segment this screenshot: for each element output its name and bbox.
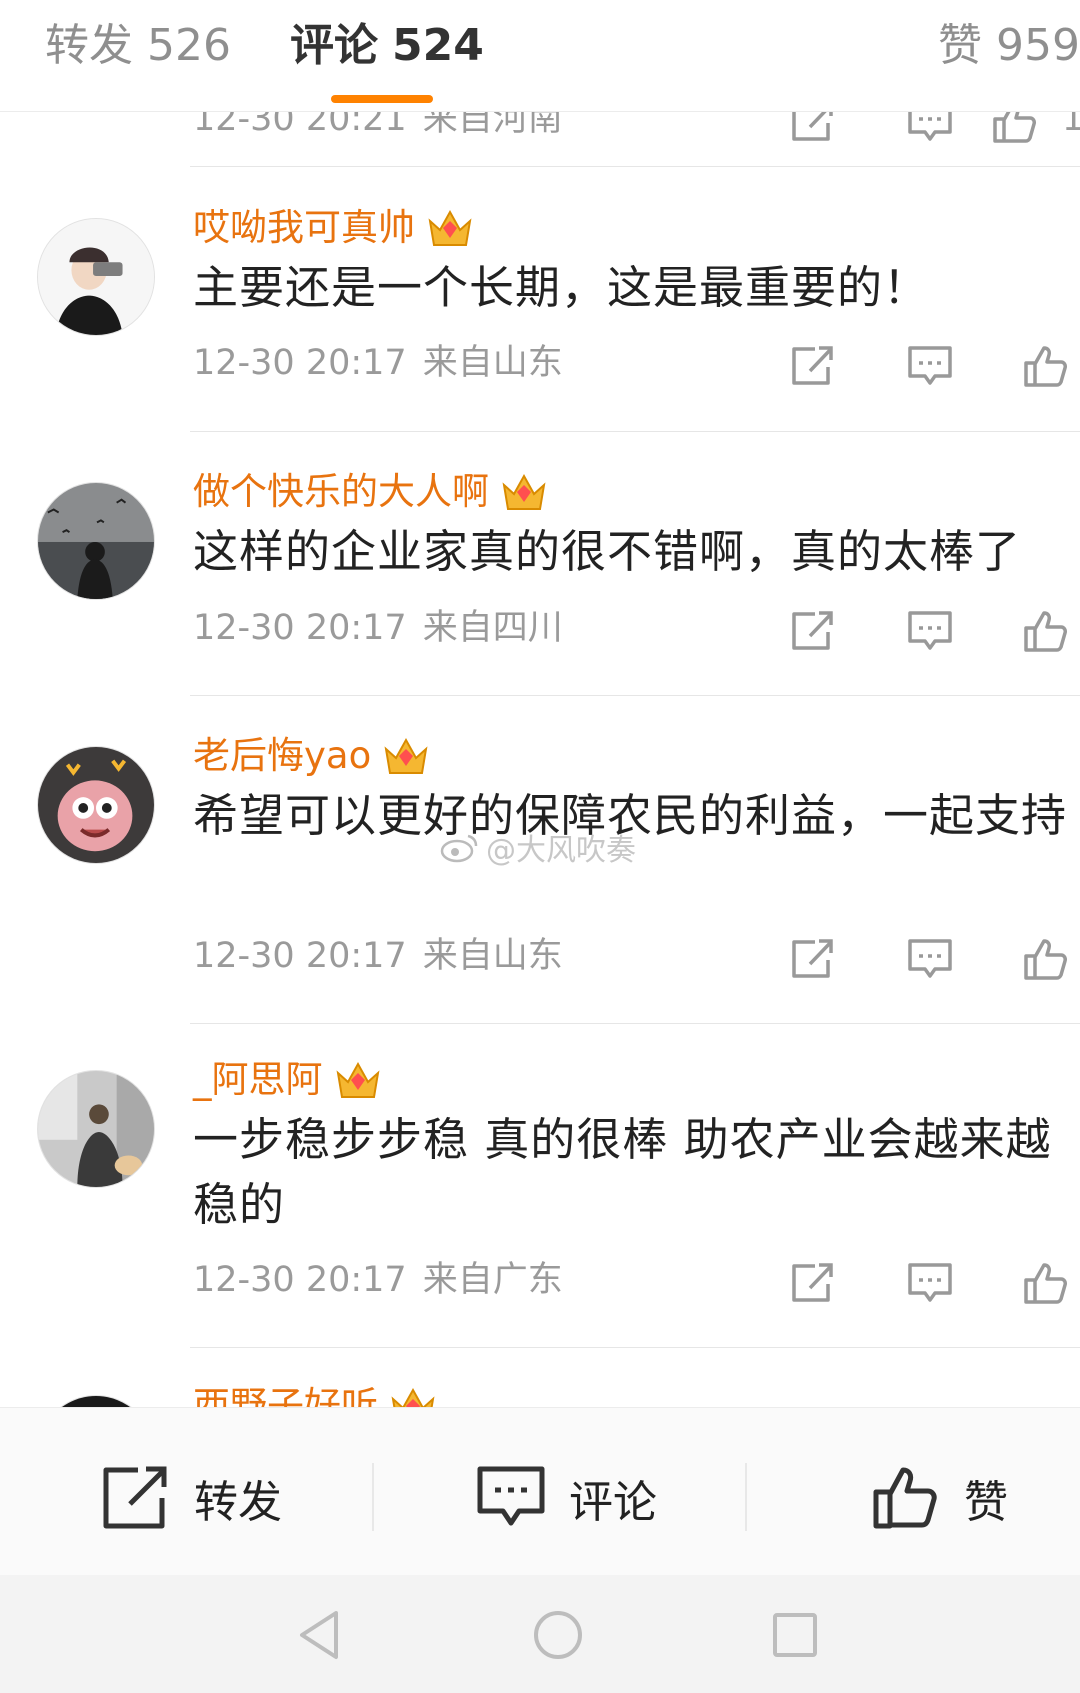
thumbs-up-icon[interactable] (1021, 1260, 1071, 1306)
username-text: 西野子好听 (193, 1384, 378, 1407)
comment-location: 来自山东 (422, 343, 563, 383)
divider (745, 1463, 747, 1531)
weibo-watermark: @大风吹奏 (440, 825, 636, 869)
avatar[interactable] (37, 218, 155, 336)
share-icon[interactable] (788, 343, 838, 389)
active-tab-indicator (331, 95, 433, 103)
row-divider (190, 166, 1080, 167)
username-text: 老后悔yao (193, 734, 372, 777)
crown-badge-icon (501, 471, 547, 513)
home-circle-icon[interactable] (528, 1605, 588, 1665)
comment-meta: 12-30 20:17 来自山东 (193, 932, 563, 980)
share-icon[interactable] (788, 112, 838, 145)
crown-badge-icon (335, 1059, 381, 1101)
like-button[interactable]: 赞 (870, 1458, 1008, 1538)
tab-like-label: 赞 (938, 20, 983, 71)
comment-icon[interactable] (905, 608, 955, 654)
tab-comment-label: 评论 (290, 20, 378, 71)
divider (372, 1463, 374, 1531)
comment-location: 来自四川 (422, 608, 563, 648)
comment-username[interactable]: 老后悔yao (193, 731, 429, 781)
comment-time: 12-30 20:17 (193, 608, 407, 648)
avatar[interactable] (37, 746, 155, 864)
weibo-comment-page: 转发 526 评论 524 赞 959 12-30 20:21 来自河南 1 哎… (0, 0, 1080, 1693)
thumbs-up-icon[interactable] (1021, 608, 1071, 654)
comment-username[interactable]: 哎呦我可真帅 (193, 203, 473, 253)
comment-icon[interactable] (905, 343, 955, 389)
watermark-text: @大风吹奏 (486, 833, 636, 868)
tab-like-count: 959 (996, 20, 1080, 71)
comment-list[interactable]: 12-30 20:21 来自河南 1 哎呦我可真帅 主要还是一个长期，这是最重要… (0, 112, 1080, 1407)
comment-icon[interactable] (905, 112, 955, 145)
comment-time: 12-30 20:17 (193, 936, 407, 976)
tab-comment[interactable]: 评论 524 (290, 16, 484, 76)
username-text: 哎呦我可真帅 (193, 206, 415, 249)
comment-time: 12-30 20:21 (193, 112, 407, 139)
crown-badge-icon (383, 735, 429, 777)
comment-meta: 12-30 20:21 来自河南 (193, 112, 563, 143)
avatar[interactable] (37, 482, 155, 600)
share-icon (103, 1466, 167, 1529)
share-icon[interactable] (788, 608, 838, 654)
like-label: 赞 (964, 1477, 1008, 1528)
row-divider (190, 431, 1080, 432)
tab-comment-count: 524 (392, 20, 484, 71)
thumbs-up-icon[interactable] (1021, 936, 1071, 982)
comment-icon[interactable] (905, 1260, 955, 1306)
share-icon[interactable] (788, 936, 838, 982)
comment-meta: 12-30 20:17 来自广东 (193, 1256, 563, 1304)
share-icon[interactable] (788, 1260, 838, 1306)
thumbs-up-icon[interactable] (990, 112, 1040, 145)
comment-location: 来自山东 (422, 936, 563, 976)
comment-meta: 12-30 20:17 来自山东 (193, 339, 563, 387)
tab-repost-count: 526 (147, 20, 231, 71)
back-triangle-icon[interactable] (290, 1605, 350, 1665)
repost-button[interactable]: 转发 (100, 1458, 282, 1538)
tab-repost[interactable]: 转发 526 (45, 16, 231, 76)
crown-badge-icon (390, 1385, 436, 1407)
comment-button[interactable]: 评论 (475, 1458, 657, 1538)
comment-text: 主要还是一个长期，这是最重要的！ (193, 261, 930, 314)
recent-square-icon[interactable] (765, 1605, 825, 1665)
like-count: 1 (1062, 112, 1080, 139)
comment-username[interactable]: 西野子好听 (193, 1381, 436, 1407)
comment-location: 来自广东 (422, 1260, 563, 1300)
tab-bar: 转发 526 评论 524 赞 959 (0, 0, 1080, 112)
row-divider (190, 695, 1080, 696)
comment-icon (477, 1466, 545, 1526)
avatar[interactable] (37, 1070, 155, 1188)
username-text: 做个快乐的大人啊 (193, 470, 489, 513)
row-divider (190, 1347, 1080, 1348)
comment-time: 12-30 20:17 (193, 343, 407, 383)
avatar[interactable] (37, 1395, 155, 1407)
comment-text: 这样的企业家真的很不错啊，真的太棒了 (193, 525, 1022, 578)
username-text: _阿思阿 (193, 1058, 323, 1101)
repost-label: 转发 (194, 1477, 282, 1528)
comment-label: 评论 (569, 1477, 657, 1528)
thumbs-up-icon (873, 1467, 937, 1529)
comment-username[interactable]: 做个快乐的大人啊 (193, 467, 547, 517)
bottom-action-bar: 转发 评论 赞 (0, 1407, 1080, 1575)
system-nav-bar (0, 1575, 1080, 1693)
crown-badge-icon (427, 207, 473, 249)
thumbs-up-icon[interactable] (1021, 343, 1071, 389)
weibo-logo-icon (440, 834, 478, 863)
comment-icon[interactable] (905, 936, 955, 982)
comment-meta: 12-30 20:17 来自四川 (193, 604, 563, 652)
tab-like[interactable]: 赞 959 (938, 16, 1080, 76)
comment-location: 来自河南 (422, 112, 563, 139)
comment-text: 一步稳步步稳 真的很棒 助农产业会越来越稳的 (193, 1113, 1052, 1231)
row-divider (190, 1023, 1080, 1024)
comment-username[interactable]: _阿思阿 (193, 1055, 381, 1105)
tab-repost-label: 转发 (45, 20, 133, 71)
comment-time: 12-30 20:17 (193, 1260, 407, 1300)
